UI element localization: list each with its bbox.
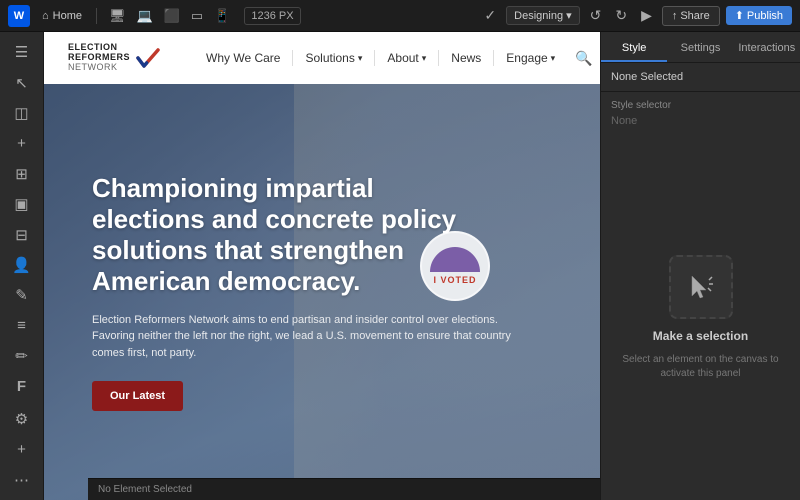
more-tool[interactable]: ⋯ (6, 466, 38, 494)
none-selected-section: None Selected (601, 63, 800, 92)
data-tool[interactable]: ≡ (6, 312, 38, 340)
pointer-tool[interactable]: ↖ (6, 68, 38, 96)
logo-text: ELECTION REFORMERS NETWORK (68, 43, 130, 73)
left-toolbar: ☰ ↖ ◫ + ⊞ ▣ ⊟ 👤 ✎ ≡ ✏ F ⚙ + ⋯ (0, 32, 44, 500)
status-text: No Element Selected (98, 484, 192, 495)
i-voted-half-circle (430, 247, 480, 272)
status-bar: No Element Selected (88, 478, 600, 500)
cursor-icon (686, 272, 716, 302)
paint-tool[interactable]: ✏ (6, 342, 38, 370)
panel-tabs: Style Settings Interactions (601, 32, 800, 63)
home-button[interactable]: ⌂ Home (36, 8, 88, 24)
nav-engage[interactable]: Engage ▾ (494, 32, 567, 84)
hero-headline: Championing impartial elections and conc… (92, 173, 472, 298)
wix-logo: W (8, 5, 30, 27)
preview-icon[interactable]: ▶ (637, 5, 656, 26)
hero-subtext: Election Reformers Network aims to end p… (92, 312, 512, 362)
checkmark-icon: ✓ (480, 5, 500, 26)
nav-news[interactable]: News (439, 32, 493, 84)
search-icon[interactable]: 🔍 (575, 50, 592, 67)
redo-icon[interactable]: ↻ (611, 5, 631, 26)
publish-icon: ⬆ (735, 9, 744, 22)
chevron-down-icon: ▾ (566, 9, 572, 22)
designing-button[interactable]: Designing ▾ (506, 6, 579, 25)
contact-tool[interactable]: 👤 (6, 251, 38, 279)
apps-tool[interactable]: ⊟ (6, 220, 38, 248)
publish-label: Publish (747, 10, 783, 22)
nav-links: Why We Care Solutions ▾ About ▾ News Eng… (194, 32, 593, 84)
publish-button[interactable]: ⬆ Publish (726, 6, 792, 25)
nav-why-we-care[interactable]: Why We Care (194, 32, 292, 84)
f-tool[interactable]: F (6, 372, 38, 400)
components-tool[interactable]: ⊞ (6, 160, 38, 188)
make-selection-title: Make a selection (653, 329, 748, 343)
divider (96, 8, 97, 24)
device-icons: 🖥 💻 ⬛ ▭ 📱 (105, 6, 234, 26)
mobile-icon[interactable]: 📱 (210, 6, 234, 26)
media-tool[interactable]: ▣ (6, 190, 38, 218)
i-voted-circle: I VOTED (420, 231, 490, 301)
website-preview: ELECTION REFORMERS NETWORK Why We Care (44, 32, 600, 500)
menu-tool[interactable]: ☰ (6, 38, 38, 66)
home-icon: ⌂ (42, 10, 49, 22)
style-selector-section: Style selector None (601, 92, 800, 135)
top-bar: W ⌂ Home 🖥 💻 ⬛ ▭ 📱 1236 PX ✓ Designing ▾… (0, 0, 800, 32)
site-logo: ELECTION REFORMERS NETWORK (68, 43, 162, 73)
site-navigation: ELECTION REFORMERS NETWORK Why We Care (44, 32, 600, 84)
none-selected-label: None Selected (611, 71, 790, 83)
style-selector-label: Style selector (601, 100, 800, 111)
style-selector-none: None (601, 115, 800, 135)
add-tool-bottom[interactable]: + (6, 435, 38, 463)
hero-cta-button[interactable]: Our Latest (92, 381, 183, 411)
laptop-icon[interactable]: 💻 (133, 6, 157, 26)
make-selection-area: Make a selection Select an element on th… (601, 135, 800, 500)
share-icon: ↑ (672, 10, 678, 22)
nav-solutions[interactable]: Solutions ▾ (293, 32, 374, 84)
tablet-sm-icon[interactable]: ▭ (187, 6, 207, 26)
make-selection-desc: Select an element on the canvas to activ… (621, 353, 780, 381)
home-label: Home (53, 10, 82, 22)
canvas-area: ELECTION REFORMERS NETWORK Why We Care (44, 32, 600, 500)
add-section-tool[interactable]: + (6, 129, 38, 157)
tab-style[interactable]: Style (601, 36, 667, 62)
main-layout: ☰ ↖ ◫ + ⊞ ▣ ⊟ 👤 ✎ ≡ ✏ F ⚙ + ⋯ ELECTION (0, 32, 800, 500)
layers-tool[interactable]: ◫ (6, 99, 38, 127)
share-label: Share (680, 10, 709, 22)
blog-tool[interactable]: ✎ (6, 281, 38, 309)
i-voted-text: I VOTED (433, 276, 476, 285)
tablet-icon[interactable]: ⬛ (160, 6, 184, 26)
right-panel: Style Settings Interactions None Selecte… (600, 32, 800, 500)
tab-interactions[interactable]: Interactions (734, 36, 800, 62)
desktop-icon[interactable]: 🖥 (105, 6, 130, 26)
undo-icon[interactable]: ↺ (586, 5, 606, 26)
hero-content: Championing impartial elections and conc… (44, 84, 600, 500)
settings-tool[interactable]: ⚙ (6, 405, 38, 433)
share-button[interactable]: ↑ Share (662, 6, 720, 26)
tab-settings[interactable]: Settings (667, 36, 733, 62)
px-display: 1236 PX (244, 7, 300, 25)
i-voted-sticker: I VOTED (420, 231, 490, 301)
logo-network: NETWORK (68, 63, 130, 73)
cursor-icon-container (669, 255, 733, 319)
designing-label: Designing (514, 10, 563, 22)
nav-about[interactable]: About ▾ (375, 32, 438, 84)
logo-checkmark (134, 44, 162, 72)
